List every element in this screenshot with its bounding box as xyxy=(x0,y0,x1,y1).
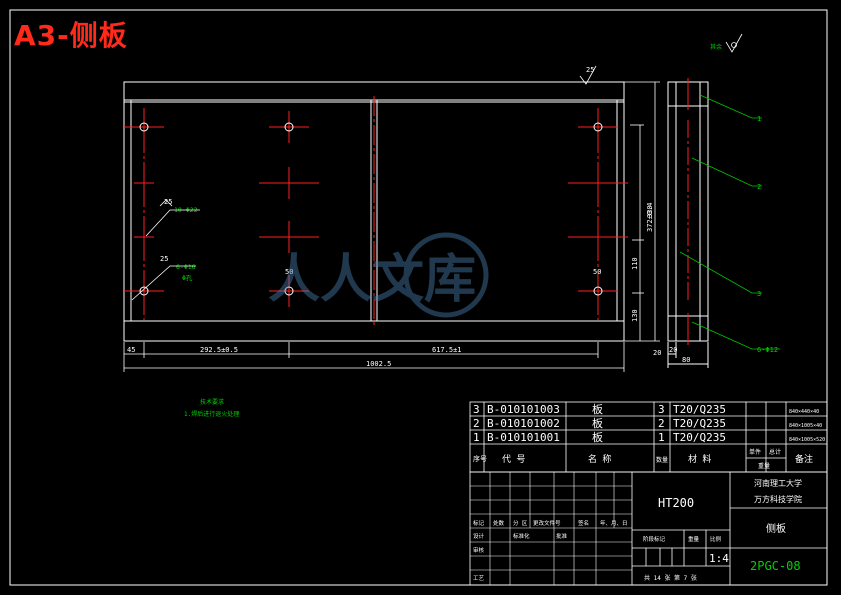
svg-text:人人文库: 人人文库 xyxy=(268,250,476,310)
side-width-dim: 80 xyxy=(682,356,690,364)
role-label: 审核 xyxy=(473,546,485,554)
tb-scale: 1:4 xyxy=(709,552,729,565)
rough-top: 25 xyxy=(586,66,594,74)
hole-center-mark xyxy=(259,221,319,253)
tb-school1: 河南理工大学 xyxy=(754,478,802,488)
bom-code: B-010101003 xyxy=(487,403,560,416)
bom-rows: 3 B-010101003 板 3 T20/Q235 840×440×40 2 B-01010… xyxy=(473,402,825,444)
dim-130: 130 xyxy=(631,309,639,322)
bom-material: T20/Q235 xyxy=(673,403,726,416)
bom-hdr-code: 代 号 xyxy=(502,454,525,465)
tech-req-heading: 技术要求 xyxy=(200,398,224,406)
side-item-1: 1 xyxy=(757,115,761,123)
rev-header: 年、月、日 xyxy=(600,519,628,527)
bom-name: 板 xyxy=(592,402,603,416)
front-dimensions xyxy=(123,81,660,372)
hole-center-mark xyxy=(134,167,154,199)
hole xyxy=(578,275,618,307)
rev-header: 签名 xyxy=(578,519,589,527)
bom-hdr-no: 序号 xyxy=(473,454,487,463)
hole xyxy=(578,111,618,143)
bom-note: 840×1005×40 xyxy=(789,423,822,429)
bom-no: 3 xyxy=(473,403,480,416)
side-leaders xyxy=(679,94,780,350)
cad-drawing: 1002.5 292.5±0.5 617.5±1 45 330 372±0.4 … xyxy=(9,9,828,586)
rev-header: 处数 xyxy=(493,519,505,527)
bom-code: B-010101001 xyxy=(487,431,560,444)
rough-other-symbol xyxy=(725,33,743,53)
hole-center-mark xyxy=(568,221,628,253)
dim-372: 372±0.4 xyxy=(646,202,654,232)
bom-name: 板 xyxy=(592,416,603,430)
bom-hdr-weight: 重量 xyxy=(758,462,770,470)
side-item-3: 3 xyxy=(757,290,761,298)
side-item-4: 6-Φ12 xyxy=(757,346,778,354)
tech-req-line1: 1.焊后进行退火处理 xyxy=(184,410,239,418)
role-label: 设计 xyxy=(473,532,485,540)
dim-left-small: 45 xyxy=(127,346,135,354)
through-note: Φ孔 xyxy=(182,274,193,282)
dim-seg1: 292.5±0.5 xyxy=(200,346,238,354)
bom-qty: 2 xyxy=(658,417,665,430)
tb-drawing-no: 2PGC-08 xyxy=(750,559,801,573)
rev-header: 分 区 xyxy=(513,519,528,527)
drawing-canvas: A3-侧板 1002.5 292.5±0.5 617.5±1 45 330 37… xyxy=(0,0,841,595)
bom-material: T20/Q235 xyxy=(673,431,726,444)
bom-qty: 3 xyxy=(658,403,665,416)
revision-grid xyxy=(470,472,632,585)
dim-right-small: 20 xyxy=(653,349,661,357)
tb-drawing-name: 侧板 xyxy=(766,522,786,535)
bom-note: 840×1005×520 xyxy=(789,437,825,443)
hole xyxy=(124,111,164,143)
role-extra: 标准化 xyxy=(513,532,530,540)
hole-center-mark xyxy=(568,167,628,199)
dim-hole50b: 50 xyxy=(593,268,601,276)
holes-note-b: 6-Φ16 xyxy=(176,263,196,271)
bom-name: 板 xyxy=(592,430,603,444)
rev-header: 标记 xyxy=(473,519,485,527)
bom-row: 1 B-010101001 板 1 T20/Q235 840×1005×520 xyxy=(473,430,825,444)
bom-no: 2 xyxy=(473,417,480,430)
bom-note: 840×440×40 xyxy=(789,409,819,415)
dim-overall: 1002.5 xyxy=(366,360,391,368)
rough-other-label: 其余 xyxy=(710,43,722,51)
hole xyxy=(269,111,309,143)
bom-hdr-qty: 数量 xyxy=(656,456,668,464)
bom-hdr-name: 名 称 xyxy=(588,453,611,465)
rough-b: 25 xyxy=(160,255,168,263)
dim-110: 110 xyxy=(631,257,639,270)
hole-center-mark xyxy=(259,167,319,199)
tb-scale-label: 比例 xyxy=(710,535,722,543)
bom-qty: 1 xyxy=(658,431,665,444)
hole xyxy=(124,275,164,307)
tb-school2: 万方科技学院 xyxy=(754,494,802,504)
tb-material: HT200 xyxy=(658,496,694,510)
bom-code: B-010101002 xyxy=(487,417,560,430)
tb-stage-label: 阶段标记 xyxy=(643,535,666,543)
role-label: 工艺 xyxy=(473,575,485,582)
tb-weight-label: 重量 xyxy=(688,535,700,543)
dim-seg2: 617.5±1 xyxy=(432,346,462,354)
bom-row: 3 B-010101003 板 3 T20/Q235 840×440×40 xyxy=(473,402,819,416)
rev-header: 更改文件号 xyxy=(533,519,561,527)
bom-row: 2 B-010101002 板 2 T20/Q235 840×1005×40 xyxy=(473,416,822,430)
bom-hdr-unit: 单件 xyxy=(749,448,761,456)
side-gap-dim: 20 xyxy=(669,346,677,354)
bom-no: 1 xyxy=(473,431,480,444)
hole-center-mark xyxy=(134,221,154,253)
tb-sheet-info: 共 14 张 第 7 张 xyxy=(644,574,697,582)
bom-hdr-material: 材 料 xyxy=(688,453,711,465)
side-item-2: 2 xyxy=(757,183,761,191)
bom-hdr-total: 总计 xyxy=(769,448,781,456)
role-extra: 批准 xyxy=(556,532,568,540)
bom-hdr-note: 备注 xyxy=(795,453,813,465)
bom-material: T20/Q235 xyxy=(673,417,726,430)
